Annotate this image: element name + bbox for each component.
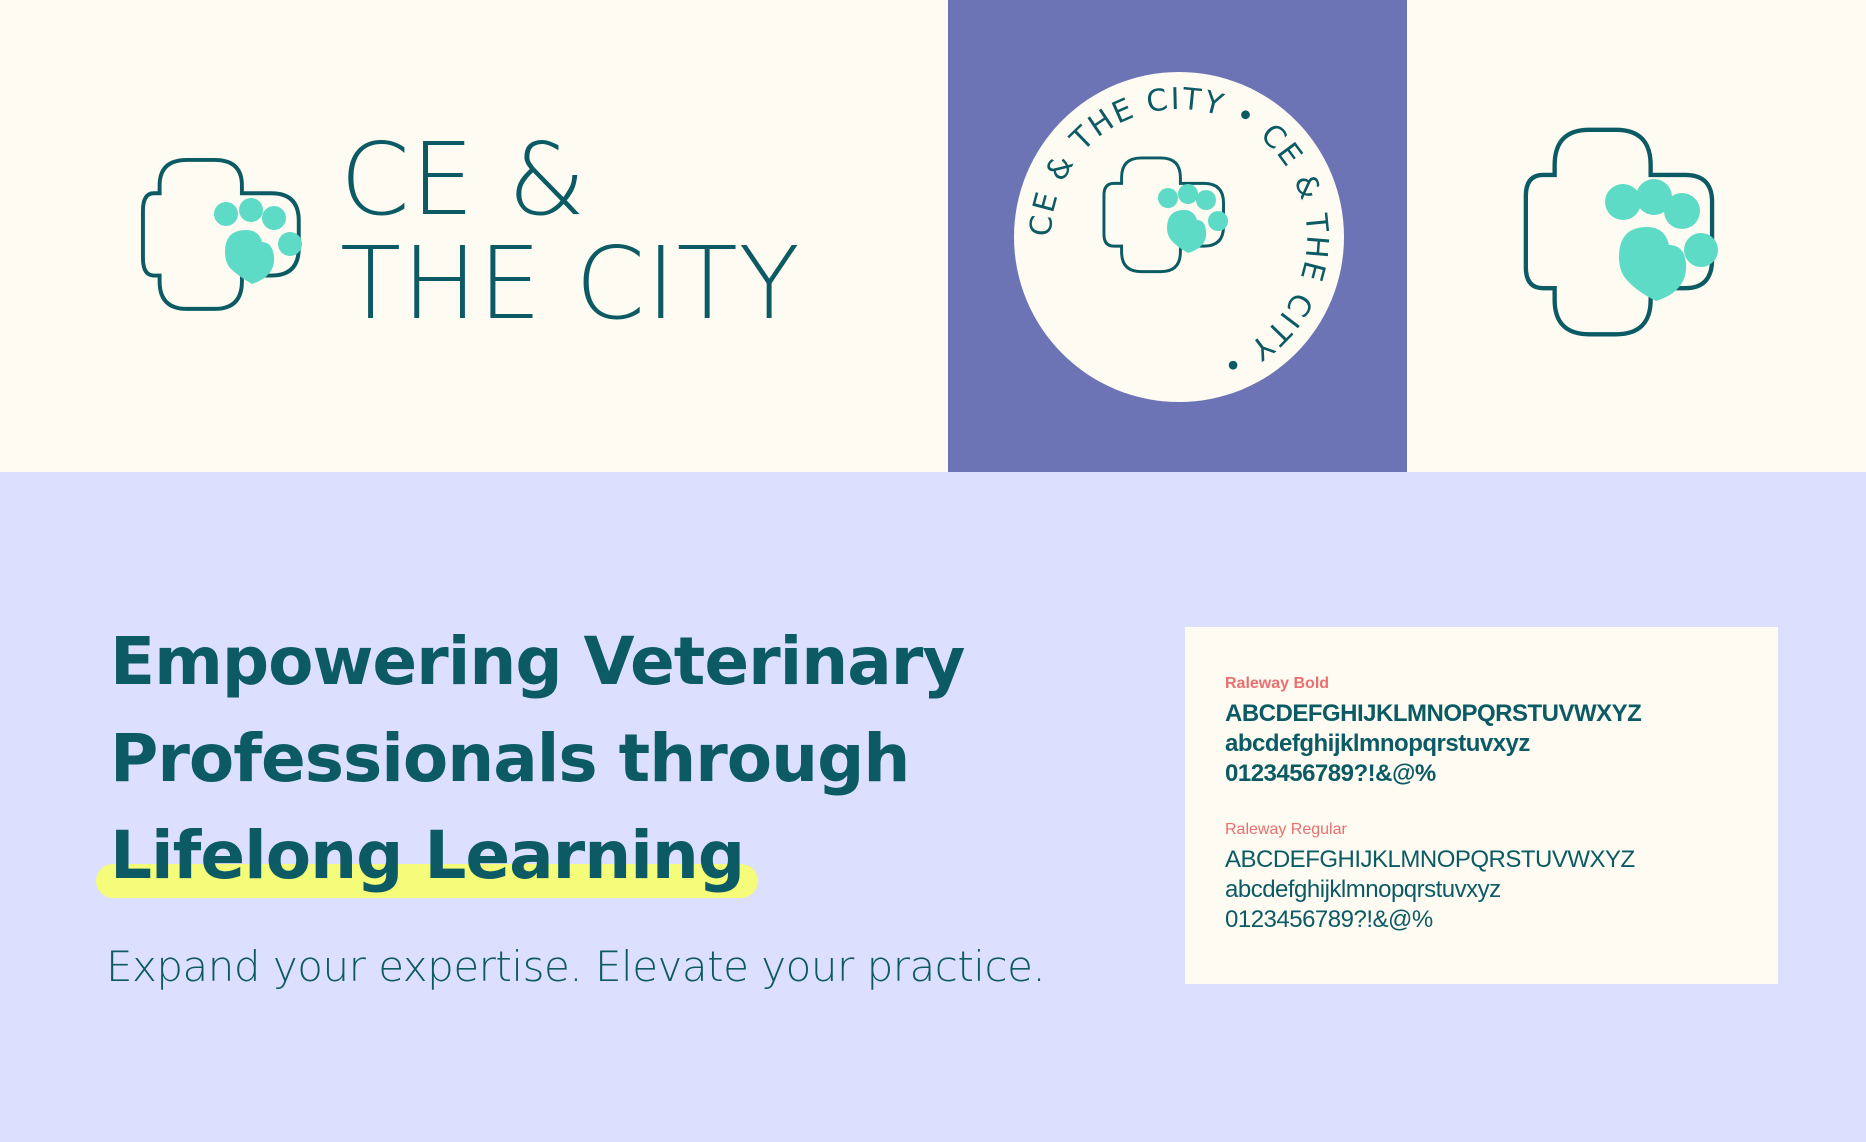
wordmark-line-2: THE CITY xyxy=(340,225,801,342)
font-label-bold: Raleway Bold xyxy=(1225,675,1330,692)
headline-line-3-text: Lifelong Learning xyxy=(110,817,745,894)
cross-paw-logo-icon xyxy=(140,157,302,311)
bold-digits: 0123456789?!&@% xyxy=(1225,760,1436,787)
badge-panel: CE & THE CITY • CE & THE CITY • xyxy=(948,0,1407,472)
cross-paw-standalone-icon xyxy=(1523,127,1718,337)
headline-line-1: Empowering Veterinary xyxy=(110,623,965,700)
regular-uppercase: ABCDEFGHIJKLMNOPQRSTUVWXYZ xyxy=(1225,846,1635,873)
typography-specimen-card: Raleway Bold ABCDEFGHIJKLMNOPQRSTUVWXYZ … xyxy=(1185,627,1778,984)
regular-lowercase: abcdefghijklmnopqrstuvxyz xyxy=(1225,876,1501,903)
brand-wordmark: CE & THE CITY xyxy=(340,128,801,336)
bold-lowercase: abcdefghijklmnopqrstuvxyz xyxy=(1225,730,1530,757)
headline: Empowering Veterinary Professionals thro… xyxy=(96,613,965,904)
icon-only-panel xyxy=(1407,0,1866,472)
tagline: Expand your expertise. Elevate your prac… xyxy=(106,942,1046,991)
circular-badge: CE & THE CITY • CE & THE CITY • xyxy=(1014,72,1344,402)
bold-uppercase: ABCDEFGHIJKLMNOPQRSTUVWXYZ xyxy=(1225,700,1642,727)
typography-regular-block: Raleway Regular ABCDEFGHIJKLMNOPQRSTUVWX… xyxy=(1225,821,1738,935)
brand-messaging-panel: Empowering Veterinary Professionals thro… xyxy=(0,472,1866,1142)
logo-lockup-panel: CE & THE CITY xyxy=(0,0,948,472)
regular-digits: 0123456789?!&@% xyxy=(1225,906,1433,933)
font-label-regular: Raleway Regular xyxy=(1225,821,1347,838)
highlighted-phrase: Lifelong Learning xyxy=(96,807,759,904)
headline-line-2: Professionals through xyxy=(110,720,910,797)
wordmark-line-1: CE & xyxy=(340,121,587,238)
headline-line-3: Lifelong Learning xyxy=(96,807,964,904)
typography-bold-block: Raleway Bold ABCDEFGHIJKLMNOPQRSTUVWXYZ … xyxy=(1225,675,1738,789)
